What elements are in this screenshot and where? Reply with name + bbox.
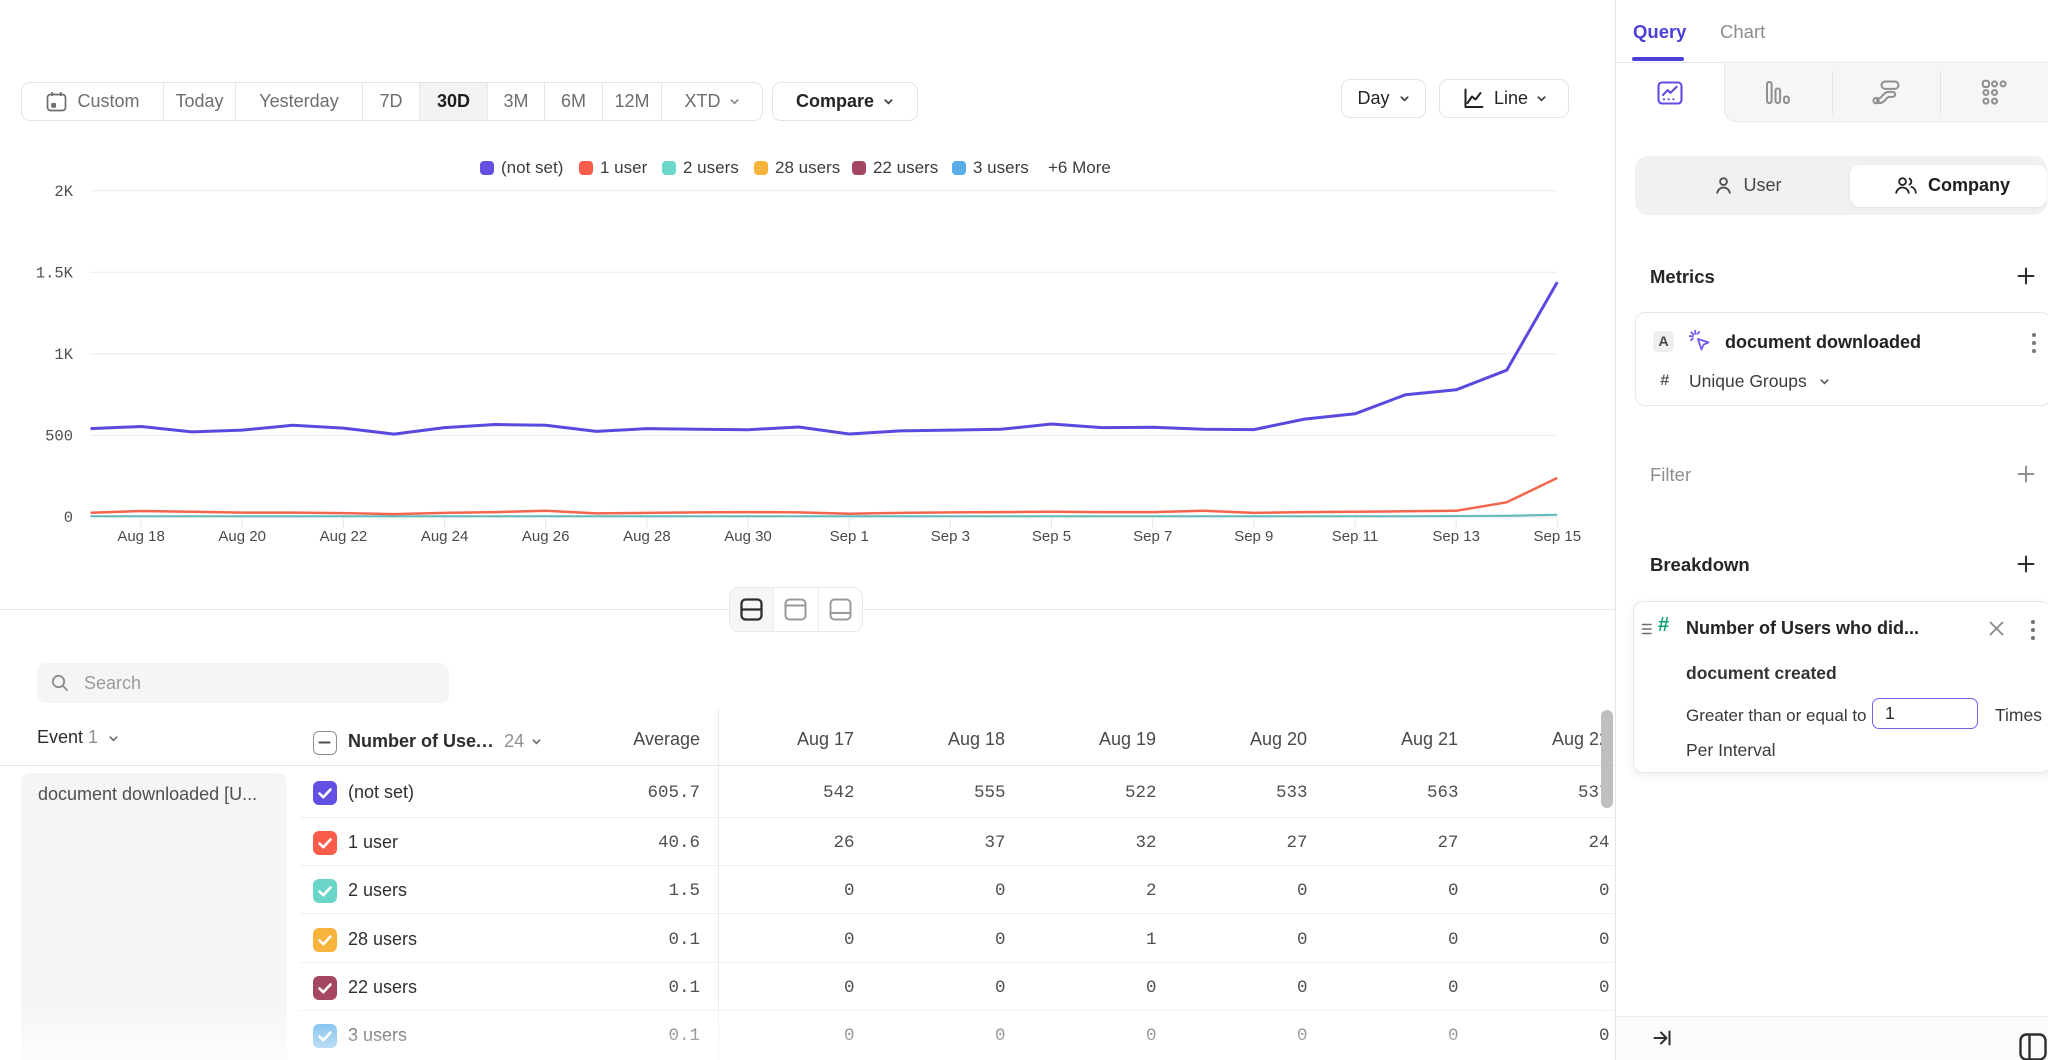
- svg-text:Sep 9: Sep 9: [1234, 528, 1273, 545]
- svg-text:Sep 1: Sep 1: [830, 528, 869, 545]
- svg-text:0: 0: [64, 509, 73, 527]
- svg-text:2K: 2K: [54, 183, 73, 201]
- svg-text:Aug 28: Aug 28: [623, 528, 671, 545]
- svg-text:Aug 20: Aug 20: [218, 528, 266, 545]
- svg-text:Sep 7: Sep 7: [1133, 528, 1172, 545]
- svg-text:1.5K: 1.5K: [36, 265, 74, 283]
- svg-text:Aug 22: Aug 22: [320, 528, 368, 545]
- svg-text:Aug 24: Aug 24: [421, 528, 469, 545]
- svg-text:1K: 1K: [54, 346, 73, 364]
- svg-text:Sep 5: Sep 5: [1032, 528, 1071, 545]
- svg-text:Aug 18: Aug 18: [117, 528, 165, 545]
- svg-text:Sep 15: Sep 15: [1534, 528, 1582, 545]
- svg-text:Aug 26: Aug 26: [522, 528, 570, 545]
- svg-text:500: 500: [45, 428, 73, 446]
- svg-text:Sep 11: Sep 11: [1332, 528, 1378, 545]
- svg-text:Sep 13: Sep 13: [1432, 528, 1480, 545]
- svg-text:Aug 30: Aug 30: [724, 528, 772, 545]
- svg-text:Sep 3: Sep 3: [931, 528, 970, 545]
